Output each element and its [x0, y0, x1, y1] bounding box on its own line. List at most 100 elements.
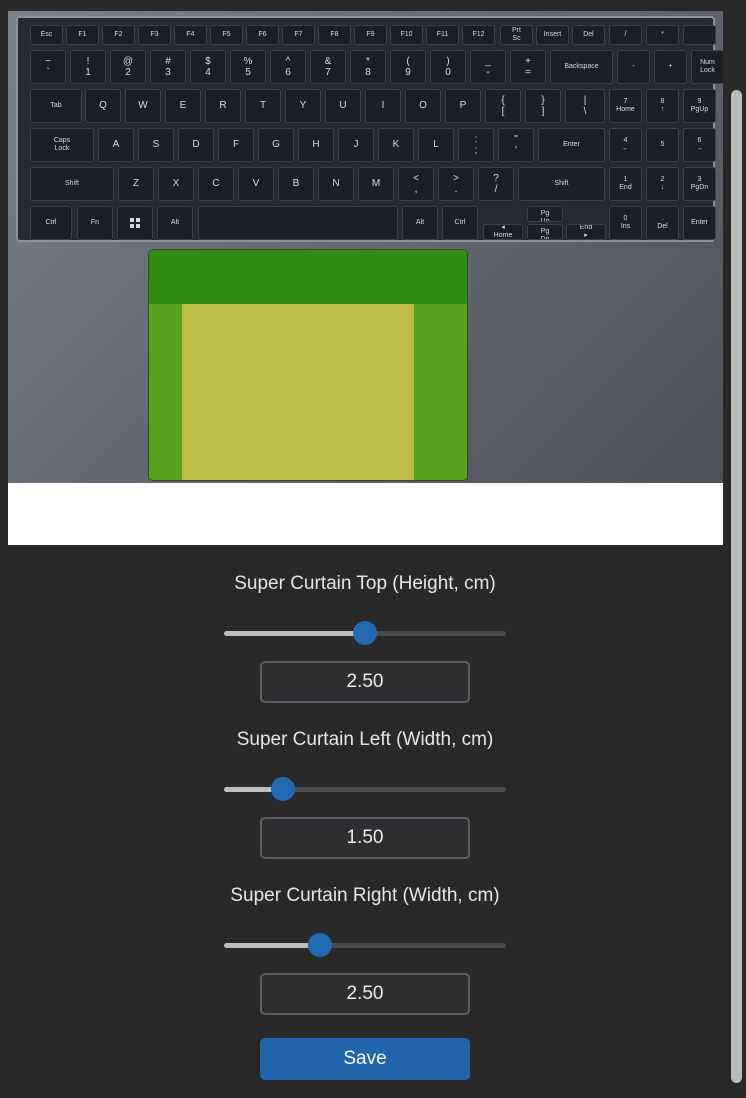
key-label: V: [252, 178, 260, 190]
key-label: +: [668, 62, 673, 70]
key-label: Enter: [691, 218, 708, 226]
key: ? /: [478, 167, 514, 201]
key-label: 0: [623, 214, 628, 222]
key-label: N: [332, 178, 340, 190]
key: H: [298, 128, 334, 162]
key: + =: [510, 50, 546, 84]
active-touch-area: [182, 304, 414, 480]
key-label: K: [392, 139, 400, 151]
key-label: U: [339, 100, 347, 112]
key: Alt: [157, 206, 193, 240]
key: 3 PgDn: [683, 167, 716, 201]
key-label: ': [515, 145, 517, 156]
key-label: |: [583, 94, 587, 106]
key-label: <: [413, 172, 419, 184]
key: ~ `: [30, 50, 66, 84]
key: ▾PgDn: [527, 224, 563, 240]
scrollbar-thumb[interactable]: [731, 90, 742, 1083]
key-label: @: [122, 55, 134, 67]
key-label: F: [232, 139, 240, 151]
key: F2: [102, 25, 135, 45]
key: E: [165, 89, 201, 123]
key: ! 1: [70, 50, 106, 84]
key-label: /: [624, 30, 627, 38]
key: F9: [354, 25, 387, 45]
key: M: [358, 167, 394, 201]
key-label: !: [86, 55, 90, 67]
key-label: F3: [150, 30, 159, 38]
key-label: Shift: [64, 179, 79, 187]
curtain-top-input[interactable]: 2.50: [260, 661, 470, 703]
key-label: *: [661, 30, 664, 38]
key-label: #: [165, 55, 171, 67]
key-label: L: [433, 139, 439, 151]
key: 4 ←: [609, 128, 642, 162]
key-label: F12: [472, 30, 485, 38]
slider-thumb[interactable]: [353, 621, 377, 645]
slider-thumb[interactable]: [271, 777, 296, 801]
key-label: Alt: [415, 218, 425, 226]
settings-panel: Esc F1 F2 F3 F4 F5 F6 F7 F8 F9 F10 F11 F12 Prt Sc Inser…: [0, 0, 746, 1098]
key-label: ←: [622, 145, 629, 152]
key-label: 3: [697, 175, 702, 183]
key-label: $: [205, 55, 211, 67]
key: End ▸: [566, 224, 606, 240]
key-label: S: [152, 139, 160, 151]
key: ◂ Home: [483, 224, 523, 240]
key: Ctrl: [442, 206, 478, 240]
key: [117, 206, 153, 240]
key-label: F11: [436, 30, 449, 38]
key-label: F7: [294, 30, 303, 38]
key: Insert: [536, 25, 569, 45]
key-label: ?: [493, 172, 499, 184]
key: " ': [498, 128, 534, 162]
key: X: [158, 167, 194, 201]
key: Shift: [30, 167, 114, 201]
key-label: →: [696, 145, 703, 152]
key-label: *: [366, 55, 370, 67]
key: Z: [118, 167, 154, 201]
key-label: Lock: [700, 67, 715, 74]
slider-thumb[interactable]: [307, 933, 332, 957]
key: 0 Ins: [609, 206, 642, 240]
key-label: }: [541, 94, 545, 106]
key-label: O: [419, 100, 427, 112]
key-label: Caps: [53, 136, 71, 144]
curtain-right-slider[interactable]: [224, 932, 506, 958]
key: & 7: [310, 50, 346, 84]
key-label: `: [46, 67, 50, 78]
curtain-left-input[interactable]: 1.50: [260, 817, 470, 859]
key-label: A: [112, 139, 120, 151]
key: S: [138, 128, 174, 162]
key-label: F4: [186, 30, 195, 38]
curtain-right-input[interactable]: 2.50: [260, 973, 470, 1015]
key: 9 PgUp: [683, 89, 716, 123]
key: (9: [390, 50, 426, 84]
key: * 8: [350, 50, 386, 84]
key: 1 End: [609, 167, 642, 201]
key: Esc: [30, 25, 63, 45]
key-label: 4: [205, 67, 211, 78]
save-button[interactable]: Save: [260, 1038, 470, 1080]
key-label: 6: [285, 67, 291, 78]
key-label: Num: [700, 58, 715, 66]
key-label: E: [179, 100, 187, 112]
curtain-left-slider[interactable]: [224, 776, 506, 802]
key-label: F9: [366, 30, 375, 38]
key-label: &: [324, 55, 332, 67]
key-label: F1: [78, 30, 87, 38]
key: ) 0: [430, 50, 466, 84]
key-label: Pg: [540, 209, 550, 217]
curtain-top-slider[interactable]: [224, 620, 506, 646]
curtain-top-zone: [149, 250, 467, 304]
key: Fn: [77, 206, 113, 240]
key-label: Ctrl: [45, 218, 57, 226]
key-label: :: [474, 133, 478, 145]
key-label: PgUp: [690, 106, 709, 113]
key-label: Alt: [170, 218, 180, 226]
key: F: [218, 128, 254, 162]
key-label: M: [371, 178, 381, 190]
key: F4: [174, 25, 207, 45]
key: *: [646, 25, 679, 45]
key: D: [178, 128, 214, 162]
